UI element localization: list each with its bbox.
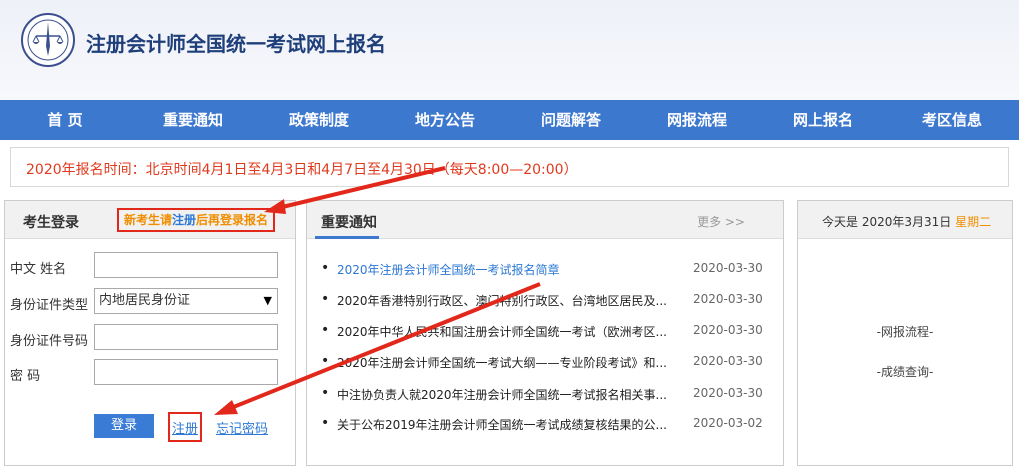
bullet-icon: •	[321, 353, 330, 369]
registration-time-notice: 2020年报名时间：北京时间4月1日至4月3日和4月7日至4月30日（每天8:0…	[10, 147, 1009, 187]
score-query-link[interactable]: -成绩查询-	[798, 363, 1012, 380]
dropdown-arrow-icon: ▼	[263, 294, 272, 307]
news-item: • 关于公布2019年注册会计师全国统一考试成绩复核结果的公... 2020-0…	[307, 414, 785, 434]
register-link[interactable]: 注册	[172, 418, 198, 437]
weekday: 星期二	[955, 215, 992, 229]
news-item-date: 2020-03-30	[693, 323, 763, 337]
news-item-date: 2020-03-30	[693, 354, 763, 368]
news-item: • 2020年注册会计师全国统一考试大纲——专业阶段考试》和... 2020-0…	[307, 352, 785, 372]
news-item-date: 2020-03-30	[693, 386, 763, 400]
forgot-password-link[interactable]: 忘记密码	[216, 418, 268, 437]
news-item-title[interactable]: 2020年注册会计师全国统一考试大纲——专业阶段考试》和...	[337, 354, 667, 371]
site-header: 注册会计师全国统一考试网上报名	[0, 0, 1019, 100]
login-button[interactable]: 登录	[94, 414, 154, 438]
site-title: 注册会计师全国统一考试网上报名	[86, 32, 386, 56]
idnum-input[interactable]	[94, 324, 278, 350]
register-hint-prefix: 新考生请	[123, 213, 172, 227]
news-item-title[interactable]: 关于公布2019年注册会计师全国统一考试成绩复核结果的公...	[337, 416, 667, 433]
idnum-label: 身份证件号码	[10, 334, 89, 349]
idtype-label: 身份证件类型	[10, 298, 89, 313]
news-item: • 2020年香港特别行政区、澳门特别行政区、台湾地区居民及... 2020-0…	[307, 290, 785, 310]
news-item-date: 2020-03-30	[693, 292, 763, 306]
idtype-selected: 内地居民身份证	[99, 293, 191, 308]
bullet-icon: •	[321, 291, 330, 307]
news-title: 重要通知	[321, 215, 377, 231]
password-label: 密 码	[10, 369, 41, 384]
password-input[interactable]	[94, 359, 278, 385]
register-hint: 新考生请注册后再登录报名	[117, 208, 275, 232]
news-item-title[interactable]: 2020年中华人民共和国注册会计师全国统一考试（欧洲考区...	[337, 323, 667, 340]
news-item: • 2020年中华人民共和国注册会计师全国统一考试（欧洲考区... 2020-0…	[307, 321, 785, 341]
register-hint-suffix: 后再登录报名	[196, 213, 269, 227]
login-panel-header: 考生登录 新考生请注册后再登录报名	[5, 201, 295, 239]
news-more-link[interactable]: 更多 >>	[697, 213, 745, 230]
nav-policy[interactable]: 政策制度	[264, 100, 374, 140]
register-hint-link[interactable]: 注册	[172, 213, 196, 227]
today-date-text: 今天是 2020年3月31日	[822, 215, 952, 229]
news-item: • 中注协负责人就2020年注册会计师全国统一考试报名相关事... 2020-0…	[307, 384, 785, 404]
news-item-title[interactable]: 2020年注册会计师全国统一考试报名简章	[337, 261, 667, 278]
news-item-date: 2020-03-30	[693, 261, 763, 275]
nav-online-registration[interactable]: 网上报名	[768, 100, 878, 140]
bullet-icon: •	[321, 415, 330, 431]
registration-process-link[interactable]: -网报流程-	[798, 323, 1012, 340]
news-item-title[interactable]: 2020年香港特别行政区、澳门特别行政区、台湾地区居民及...	[337, 292, 667, 309]
news-panel: 重要通知 更多 >> • 2020年注册会计师全国统一考试报名简章 2020-0…	[306, 200, 784, 466]
nav-local-announcements[interactable]: 地方公告	[390, 100, 500, 140]
date-panel: 今天是 2020年3月31日 星期二 -网报流程- -成绩查询-	[797, 200, 1013, 466]
name-input[interactable]	[94, 252, 278, 278]
name-label: 中文 姓名	[10, 262, 67, 277]
news-title-underline	[315, 236, 379, 239]
bullet-icon: •	[321, 260, 330, 276]
nav-faq[interactable]: 问题解答	[516, 100, 626, 140]
notice-text: 2020年报名时间：北京时间4月1日至4月3日和4月7日至4月30日（每天8:0…	[26, 162, 578, 178]
news-panel-header: 重要通知 更多 >>	[307, 201, 783, 239]
today-date: 今天是 2020年3月31日 星期二	[822, 213, 991, 230]
seal-scales-icon	[21, 13, 75, 67]
nav-important-notices[interactable]: 重要通知	[138, 100, 248, 140]
nav-home[interactable]: 首 页	[10, 100, 120, 140]
nav-registration-process[interactable]: 网报流程	[642, 100, 752, 140]
news-item: • 2020年注册会计师全国统一考试报名简章 2020-03-30	[307, 259, 785, 279]
date-panel-header: 今天是 2020年3月31日 星期二	[798, 201, 1012, 239]
nav-exam-area-info[interactable]: 考区信息	[897, 100, 1007, 140]
idtype-select[interactable]: 内地居民身份证 ▼	[94, 288, 278, 314]
news-item-date: 2020-03-02	[693, 416, 763, 430]
news-item-title[interactable]: 中注协负责人就2020年注册会计师全国统一考试报名相关事...	[337, 386, 667, 403]
bullet-icon: •	[321, 322, 330, 338]
login-title: 考生登录	[23, 215, 79, 231]
main-nav: 首 页 重要通知 政策制度 地方公告 问题解答 网报流程 网上报名 考区信息	[0, 100, 1019, 140]
bullet-icon: •	[321, 385, 330, 401]
